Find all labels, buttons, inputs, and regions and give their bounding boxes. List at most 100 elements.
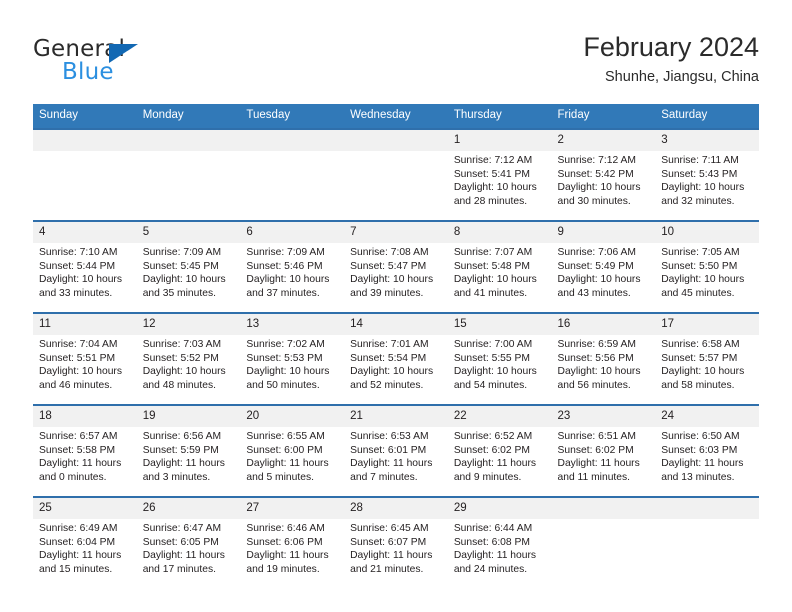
sunrise-text: Sunrise: 6:51 AM	[557, 431, 636, 442]
daylight-text-line1: Daylight: 10 hours	[39, 366, 122, 378]
day-sun-info: Sunrise: 7:01 AM Sunset: 5:54 PM Daylight:…	[344, 335, 448, 392]
calendar-cell-day[interactable]: 2 Sunrise: 7:12 AM Sunset: 5:42 PM Daylight…	[551, 128, 656, 221]
calendar-cell-empty	[136, 128, 241, 221]
daylight-text-line2: and 5 minutes.	[246, 471, 314, 483]
day-sun-info: Sunrise: 6:53 AM Sunset: 6:01 PM Daylight:…	[344, 427, 448, 484]
sunset-text: Sunset: 5:43 PM	[661, 168, 738, 180]
calendar-cell-day[interactable]: 20 Sunrise: 6:55 AM Sunset: 6:00 PM Dayligh…	[240, 404, 345, 497]
calendar-cell-day[interactable]: 23 Sunrise: 6:51 AM Sunset: 6:02 PM Dayligh…	[551, 404, 656, 497]
day-cell	[655, 498, 759, 588]
calendar-cell-day[interactable]: 7 Sunrise: 7:08 AM Sunset: 5:47 PM Daylight…	[344, 220, 448, 313]
sunrise-text: Sunrise: 7:01 AM	[350, 339, 429, 350]
sunrise-text: Sunrise: 6:47 AM	[142, 523, 222, 534]
day-number: 28	[344, 498, 448, 519]
calendar-cell-day[interactable]: 14 Sunrise: 7:01 AM Sunset: 5:54 PM Dayligh…	[344, 312, 448, 405]
daylight-text-line1: Daylight: 10 hours	[661, 182, 745, 194]
daylight-text-line1: Daylight: 11 hours	[350, 458, 433, 470]
daylight-text-line1: Daylight: 11 hours	[142, 550, 225, 562]
calendar-cell-day[interactable]: 16 Sunrise: 6:59 AM Sunset: 5:56 PM Dayligh…	[551, 312, 656, 405]
sunset-text: Sunset: 5:52 PM	[142, 352, 219, 364]
calendar-cell-day[interactable]: 1 Sunrise: 7:12 AM Sunset: 5:41 PM Daylight…	[447, 128, 552, 221]
day-number: 5	[136, 222, 241, 243]
calendar-table: Sunday Monday Tuesday Wednesday Thursday…	[33, 104, 759, 588]
calendar-cell-day[interactable]: 24 Sunrise: 6:50 AM Sunset: 6:03 PM Dayligh…	[655, 404, 759, 497]
sunrise-text: Sunrise: 7:00 AM	[453, 339, 533, 350]
day-number: 13	[240, 314, 345, 335]
day-sun-info: Sunrise: 7:08 AM Sunset: 5:47 PM Daylight:…	[344, 243, 448, 300]
sunset-text: Sunset: 5:42 PM	[557, 168, 634, 180]
day-cell: 7 Sunrise: 7:08 AM Sunset: 5:47 PM Daylight…	[344, 222, 448, 312]
day-cell: 18 Sunrise: 6:57 AM Sunset: 5:58 PM Dayligh…	[33, 406, 137, 496]
calendar-cell-day[interactable]: 27 Sunrise: 6:46 AM Sunset: 6:06 PM Dayligh…	[240, 496, 345, 588]
day-number: 1	[447, 130, 552, 151]
calendar-cell-day[interactable]: 13 Sunrise: 7:02 AM Sunset: 5:53 PM Dayligh…	[240, 312, 345, 405]
day-sun-info: Sunrise: 7:04 AM Sunset: 5:51 PM Daylight:…	[33, 335, 137, 392]
calendar-cell-day[interactable]: 17 Sunrise: 6:58 AM Sunset: 5:57 PM Dayligh…	[655, 312, 759, 405]
daylight-text-line2: and 28 minutes.	[453, 195, 528, 207]
daylight-text-line2: and 11 minutes.	[557, 471, 631, 483]
calendar-cell-day[interactable]: 29 Sunrise: 6:44 AM Sunset: 6:08 PM Dayligh…	[447, 496, 552, 588]
day-sun-info: Sunrise: 6:49 AM Sunset: 6:04 PM Daylight:…	[33, 519, 137, 576]
calendar-cell-day[interactable]: 21 Sunrise: 6:53 AM Sunset: 6:01 PM Dayligh…	[344, 404, 448, 497]
day-sun-info: Sunrise: 7:09 AM Sunset: 5:45 PM Daylight:…	[137, 243, 241, 300]
day-cell	[551, 498, 656, 588]
day-number: 12	[136, 314, 241, 335]
calendar-week-row: 11 Sunrise: 7:04 AM Sunset: 5:51 PM Dayligh…	[33, 312, 759, 405]
daylight-text-line2: and 45 minutes.	[661, 287, 735, 299]
calendar-week-row: 25 Sunrise: 6:49 AM Sunset: 6:04 PM Dayligh…	[33, 496, 759, 588]
calendar-cell-day[interactable]: 19 Sunrise: 6:56 AM Sunset: 5:59 PM Dayligh…	[136, 404, 241, 497]
calendar-head: Sunday Monday Tuesday Wednesday Thursday…	[33, 104, 759, 129]
calendar-cell-empty	[240, 128, 345, 221]
daylight-text-line2: and 39 minutes.	[350, 287, 424, 299]
calendar-cell-day[interactable]: 5 Sunrise: 7:09 AM Sunset: 5:45 PM Daylight…	[136, 220, 241, 313]
daylight-text-line1: Daylight: 10 hours	[557, 366, 641, 378]
day-number	[33, 130, 137, 151]
calendar-cell-day[interactable]: 8 Sunrise: 7:07 AM Sunset: 5:48 PM Daylight…	[447, 220, 552, 313]
sunrise-text: Sunrise: 7:12 AM	[557, 155, 636, 166]
calendar-cell-day[interactable]: 4 Sunrise: 7:10 AM Sunset: 5:44 PM Daylight…	[33, 220, 137, 313]
calendar-cell-day[interactable]: 26 Sunrise: 6:47 AM Sunset: 6:05 PM Dayligh…	[136, 496, 241, 588]
calendar-cell-day[interactable]: 18 Sunrise: 6:57 AM Sunset: 5:58 PM Dayligh…	[33, 404, 137, 497]
day-sun-info: Sunrise: 7:11 AM Sunset: 5:43 PM Daylight:…	[655, 151, 759, 208]
calendar-cell-day[interactable]: 9 Sunrise: 7:06 AM Sunset: 5:49 PM Daylight…	[551, 220, 656, 313]
daylight-text-line2: and 19 minutes.	[246, 563, 320, 575]
calendar-week-row: 4 Sunrise: 7:10 AM Sunset: 5:44 PM Daylight…	[33, 220, 759, 313]
page-header: General Blue February 2024 Shunhe, Jiang…	[33, 30, 759, 98]
calendar-cell-day[interactable]: 6 Sunrise: 7:09 AM Sunset: 5:46 PM Daylight…	[240, 220, 345, 313]
sunset-text: Sunset: 6:02 PM	[453, 444, 530, 456]
weekday-header-friday: Friday	[551, 104, 656, 129]
day-number	[136, 130, 241, 151]
day-sun-info: Sunrise: 7:12 AM Sunset: 5:42 PM Daylight:…	[552, 151, 656, 208]
sunset-text: Sunset: 5:54 PM	[350, 352, 427, 364]
day-number: 8	[447, 222, 552, 243]
calendar-cell-day[interactable]: 3 Sunrise: 7:11 AM Sunset: 5:43 PM Daylight…	[655, 128, 759, 221]
day-cell: 19 Sunrise: 6:56 AM Sunset: 5:59 PM Dayligh…	[136, 406, 241, 496]
sunset-text: Sunset: 5:53 PM	[246, 352, 323, 364]
page-subtitle: Shunhe, Jiangsu, China	[605, 69, 759, 85]
day-cell: 23 Sunrise: 6:51 AM Sunset: 6:02 PM Dayligh…	[551, 406, 656, 496]
calendar-cell-day[interactable]: 15 Sunrise: 7:00 AM Sunset: 5:55 PM Dayligh…	[447, 312, 552, 405]
daylight-text-line1: Daylight: 11 hours	[246, 458, 329, 470]
sunrise-text: Sunrise: 7:05 AM	[661, 247, 740, 258]
day-cell: 26 Sunrise: 6:47 AM Sunset: 6:05 PM Dayligh…	[136, 498, 241, 588]
daylight-text-line1: Daylight: 10 hours	[246, 366, 330, 378]
daylight-text-line2: and 41 minutes.	[453, 287, 528, 299]
brand-logo[interactable]: General Blue	[33, 36, 253, 92]
day-cell: 17 Sunrise: 6:58 AM Sunset: 5:57 PM Dayligh…	[655, 314, 759, 404]
calendar-cell-empty	[33, 128, 137, 221]
day-number	[655, 498, 759, 519]
calendar-cell-day[interactable]: 11 Sunrise: 7:04 AM Sunset: 5:51 PM Dayligh…	[33, 312, 137, 405]
calendar-cell-day[interactable]: 22 Sunrise: 6:52 AM Sunset: 6:02 PM Dayligh…	[447, 404, 552, 497]
daylight-text-line1: Daylight: 10 hours	[557, 274, 641, 286]
day-cell: 2 Sunrise: 7:12 AM Sunset: 5:42 PM Daylight…	[551, 130, 656, 220]
day-sun-info: Sunrise: 6:46 AM Sunset: 6:06 PM Daylight:…	[240, 519, 344, 576]
calendar-cell-day[interactable]: 28 Sunrise: 6:45 AM Sunset: 6:07 PM Dayligh…	[344, 496, 448, 588]
daylight-text-line1: Daylight: 10 hours	[661, 366, 745, 378]
calendar-cell-day[interactable]: 10 Sunrise: 7:05 AM Sunset: 5:50 PM Dayligh…	[655, 220, 759, 313]
day-cell: 13 Sunrise: 7:02 AM Sunset: 5:53 PM Dayligh…	[240, 314, 345, 404]
calendar-cell-day[interactable]: 25 Sunrise: 6:49 AM Sunset: 6:04 PM Dayligh…	[33, 496, 137, 588]
day-cell: 27 Sunrise: 6:46 AM Sunset: 6:06 PM Dayligh…	[240, 498, 345, 588]
day-sun-info: Sunrise: 6:50 AM Sunset: 6:03 PM Daylight:…	[655, 427, 759, 484]
daylight-text-line1: Daylight: 10 hours	[350, 366, 434, 378]
calendar-cell-day[interactable]: 12 Sunrise: 7:03 AM Sunset: 5:52 PM Dayligh…	[136, 312, 241, 405]
